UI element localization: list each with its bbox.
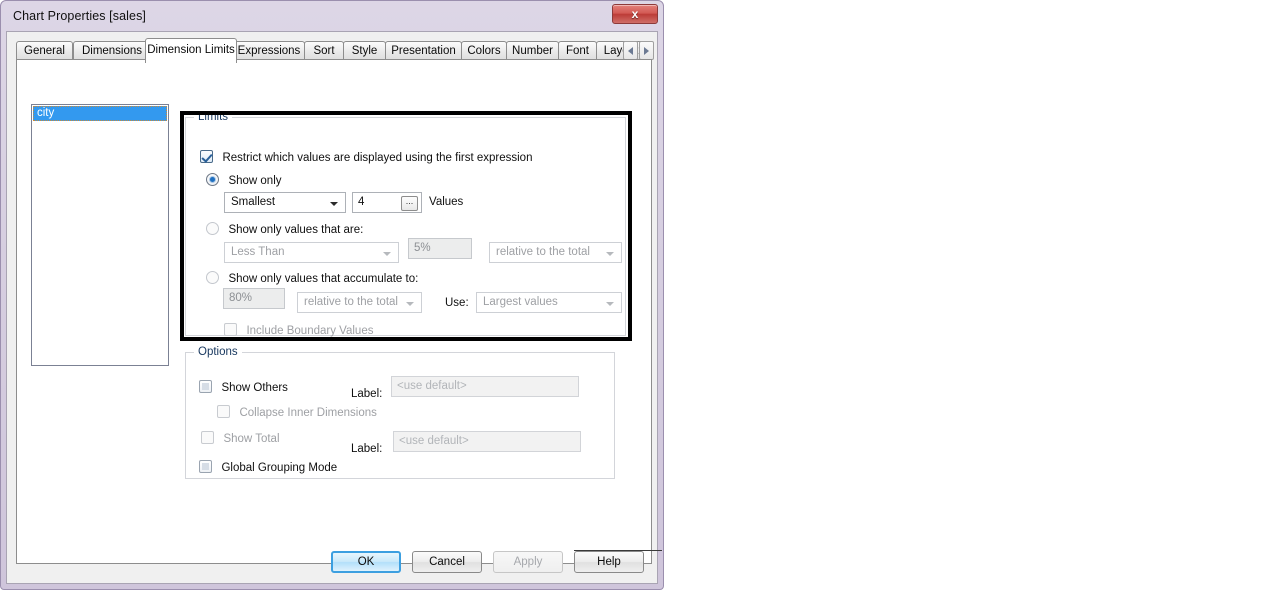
restrict-values-checkbox[interactable] (200, 150, 213, 163)
ok-button[interactable]: OK (331, 551, 401, 573)
show-others-row[interactable]: Show Others (199, 378, 288, 396)
limits-group-title: Limits (194, 111, 233, 123)
chevron-left-icon (628, 47, 633, 55)
values-label: Values (429, 196, 464, 208)
chevron-down-icon (383, 252, 391, 256)
show-only-count-value: 4 (358, 196, 365, 208)
accumulate-to-amount-textbox[interactable]: 80% (223, 288, 285, 309)
show-total-checkbox[interactable] (201, 431, 214, 444)
values-that-are-amount-value: 5% (414, 242, 431, 254)
values-that-are-row[interactable]: Show only values that are: (206, 220, 363, 238)
tab-dimension-limits[interactable]: Dimension Limits (145, 38, 237, 63)
global-grouping-row[interactable]: Global Grouping Mode (199, 458, 337, 476)
accumulate-to-use-value: Largest values (483, 296, 558, 308)
collapse-inner-label: Collapse Inner Dimensions (239, 407, 377, 419)
show-only-radio[interactable] (206, 173, 219, 186)
show-total-label-placeholder: <use default> (399, 435, 469, 447)
show-only-mode-value: Smallest (231, 196, 276, 208)
accumulate-to-use-combo[interactable]: Largest values (476, 292, 622, 313)
accumulate-to-use-label: Use: (445, 297, 469, 309)
values-that-are-radio[interactable] (206, 222, 219, 235)
cancel-button[interactable]: Cancel (412, 551, 482, 573)
options-group: Options Show Others Label: <use default>… (185, 346, 615, 479)
restrict-values-row[interactable]: Restrict which values are displayed usin… (200, 148, 532, 166)
tab-font[interactable]: Font (558, 41, 597, 60)
apply-button: Apply (493, 551, 563, 573)
show-only-count-textbox[interactable]: 4 ... (352, 192, 422, 213)
show-total-label-caption: Label: (351, 443, 383, 455)
window-title: Chart Properties [sales] (13, 9, 147, 23)
show-only-mode-combo[interactable]: Smallest (224, 192, 346, 213)
accumulate-to-basis-value: relative to the total (304, 296, 398, 308)
chevron-down-icon (606, 252, 614, 256)
dimension-limits-tab-page: city Limits Restrict which values are di… (16, 59, 652, 564)
tab-strip: General Dimensions Dimension Limits Expr… (16, 38, 654, 63)
include-boundary-row[interactable]: Include Boundary Values (224, 321, 373, 339)
show-others-label-placeholder: <use default> (397, 380, 467, 392)
tab-sort[interactable]: Sort (304, 41, 344, 60)
accumulate-to-row[interactable]: Show only values that accumulate to: (206, 269, 418, 287)
show-total-row[interactable]: Show Total (201, 429, 280, 447)
accumulate-to-basis-combo[interactable]: relative to the total (297, 292, 422, 313)
values-that-are-operator-value: Less Than (231, 246, 285, 258)
show-only-count-ellipsis-button[interactable]: ... (401, 196, 418, 211)
close-button[interactable]: x (612, 4, 658, 24)
annotation-line (574, 550, 662, 551)
limits-group: Limits Restrict which values are display… (185, 111, 626, 339)
options-group-title: Options (194, 346, 242, 358)
tab-general[interactable]: General (16, 41, 73, 60)
help-button[interactable]: Help (574, 551, 644, 573)
show-only-label: Show only (228, 175, 282, 187)
include-boundary-checkbox[interactable] (224, 323, 237, 336)
chevron-down-icon (330, 202, 338, 206)
values-that-are-basis-combo[interactable]: relative to the total (489, 242, 622, 263)
tab-scroll-left-button[interactable] (623, 41, 638, 60)
show-others-label-caption: Label: (351, 388, 383, 400)
tab-scroll-right-button[interactable] (639, 41, 654, 60)
accumulate-to-amount-value: 80% (229, 292, 253, 304)
show-total-label: Show Total (223, 433, 280, 445)
restrict-values-label: Restrict which values are displayed usin… (222, 152, 533, 164)
accumulate-to-radio[interactable] (206, 271, 219, 284)
collapse-inner-row[interactable]: Collapse Inner Dimensions (217, 403, 377, 421)
show-others-label-input[interactable]: <use default> (391, 376, 579, 397)
global-grouping-checkbox[interactable] (199, 460, 212, 473)
dialog-client-area: General Dimensions Dimension Limits Expr… (6, 31, 658, 584)
title-bar: Chart Properties [sales] x (6, 4, 658, 31)
dialog-button-bar: OK Cancel Apply Help (7, 551, 657, 575)
show-others-checkbox[interactable] (199, 380, 212, 393)
tab-colors[interactable]: Colors (461, 41, 507, 60)
chevron-down-icon (606, 302, 614, 306)
show-others-label: Show Others (221, 382, 288, 394)
close-icon: x (631, 7, 639, 21)
values-that-are-basis-value: relative to the total (496, 246, 590, 258)
dimension-list-box[interactable]: city (31, 104, 169, 366)
values-that-are-operator-combo[interactable]: Less Than (224, 242, 399, 263)
global-grouping-label: Global Grouping Mode (221, 462, 338, 474)
chevron-down-icon (406, 302, 414, 306)
tab-expressions[interactable]: Expressions (233, 41, 305, 60)
include-boundary-label: Include Boundary Values (246, 325, 374, 337)
tab-dimensions[interactable]: Dimensions (73, 41, 151, 60)
tab-style[interactable]: Style (343, 41, 386, 60)
tab-number[interactable]: Number (506, 41, 559, 60)
show-total-label-input[interactable]: <use default> (393, 431, 581, 452)
chart-properties-dialog: Chart Properties [sales] x General Dimen… (0, 0, 664, 590)
chevron-right-icon (644, 47, 649, 55)
values-that-are-amount-textbox[interactable]: 5% (408, 238, 472, 259)
tab-presentation[interactable]: Presentation (385, 41, 462, 60)
show-only-row[interactable]: Show only (206, 171, 282, 189)
list-item[interactable]: city (33, 106, 167, 121)
collapse-inner-checkbox[interactable] (217, 405, 230, 418)
values-that-are-label: Show only values that are: (228, 224, 364, 236)
accumulate-to-label: Show only values that accumulate to: (228, 273, 419, 285)
